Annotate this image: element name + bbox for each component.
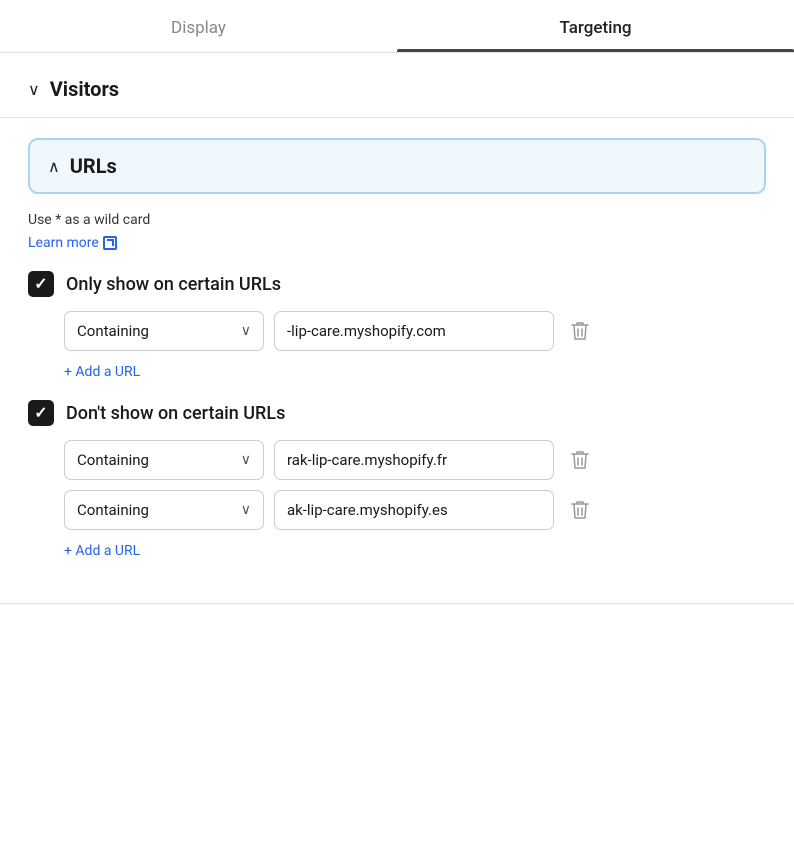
only-show-dropdown-value-0: Containing	[77, 322, 149, 340]
visitors-chevron-icon: ∨	[28, 80, 40, 99]
dont-show-dropdown-value-1: Containing	[77, 501, 149, 519]
dont-show-dropdown-chevron-0: ∨	[241, 452, 251, 468]
tab-targeting-label: Targeting	[559, 18, 631, 38]
trash-icon-1	[571, 450, 589, 470]
urls-chevron-icon: ∧	[48, 157, 60, 176]
trash-icon	[571, 321, 589, 341]
dont-show-url-row-0: Containing ∨ rak-lip-care.myshopify.fr	[64, 440, 766, 480]
only-show-checkbox-row: ✓ Only show on certain URLs	[28, 271, 766, 297]
dont-show-label: Don't show on certain URLs	[66, 403, 285, 424]
bottom-divider	[0, 603, 794, 604]
only-show-label: Only show on certain URLs	[66, 274, 281, 295]
external-link-icon	[103, 236, 117, 250]
visitors-section-title: Visitors	[50, 77, 119, 101]
visitors-section-header[interactable]: ∨ Visitors	[28, 77, 766, 101]
dont-show-checkmark: ✓	[34, 405, 47, 421]
learn-more-link[interactable]: Learn more	[28, 235, 117, 251]
main-content: ∨ Visitors ∧ URLs Use * as a wild card L…	[0, 53, 794, 603]
dont-show-add-url-link[interactable]: + Add a URL	[64, 543, 140, 559]
dont-show-url-row-1: Containing ∨ ak-lip-care.myshopify.es	[64, 490, 766, 530]
only-show-checkmark: ✓	[34, 276, 47, 292]
dont-show-delete-btn-1[interactable]	[564, 494, 596, 526]
only-show-url-row-0: Containing ∨ -lip-care.myshopify.com	[64, 311, 766, 351]
dont-show-delete-btn-0[interactable]	[564, 444, 596, 476]
dont-show-dropdown-chevron-1: ∨	[241, 502, 251, 518]
tab-display[interactable]: Display	[0, 0, 397, 52]
learn-more-label: Learn more	[28, 235, 99, 251]
urls-section-header[interactable]: ∧ URLs	[28, 138, 766, 194]
tab-display-label: Display	[171, 18, 226, 38]
dont-show-dropdown-value-0: Containing	[77, 451, 149, 469]
dont-show-checkbox-row: ✓ Don't show on certain URLs	[28, 400, 766, 426]
dont-show-url-input-1[interactable]: ak-lip-care.myshopify.es	[274, 490, 554, 530]
tabs-bar: Display Targeting	[0, 0, 794, 53]
tab-targeting[interactable]: Targeting	[397, 0, 794, 52]
visitors-divider	[0, 117, 794, 118]
dont-show-url-input-0[interactable]: rak-lip-care.myshopify.fr	[274, 440, 554, 480]
only-show-dropdown-chevron-0: ∨	[241, 323, 251, 339]
only-show-dropdown-0[interactable]: Containing ∨	[64, 311, 264, 351]
only-show-url-input-0[interactable]: -lip-care.myshopify.com	[274, 311, 554, 351]
only-show-add-url-link[interactable]: + Add a URL	[64, 364, 140, 380]
dont-show-dropdown-0[interactable]: Containing ∨	[64, 440, 264, 480]
dont-show-dropdown-1[interactable]: Containing ∨	[64, 490, 264, 530]
trash-icon-2	[571, 500, 589, 520]
urls-section-title: URLs	[70, 154, 117, 178]
wildcard-text: Use * as a wild card	[28, 212, 766, 228]
only-show-delete-btn-0[interactable]	[564, 315, 596, 347]
dont-show-checkbox[interactable]: ✓	[28, 400, 54, 426]
tab-active-indicator	[397, 49, 794, 52]
only-show-checkbox[interactable]: ✓	[28, 271, 54, 297]
wildcard-info: Use * as a wild card Learn more	[28, 212, 766, 251]
